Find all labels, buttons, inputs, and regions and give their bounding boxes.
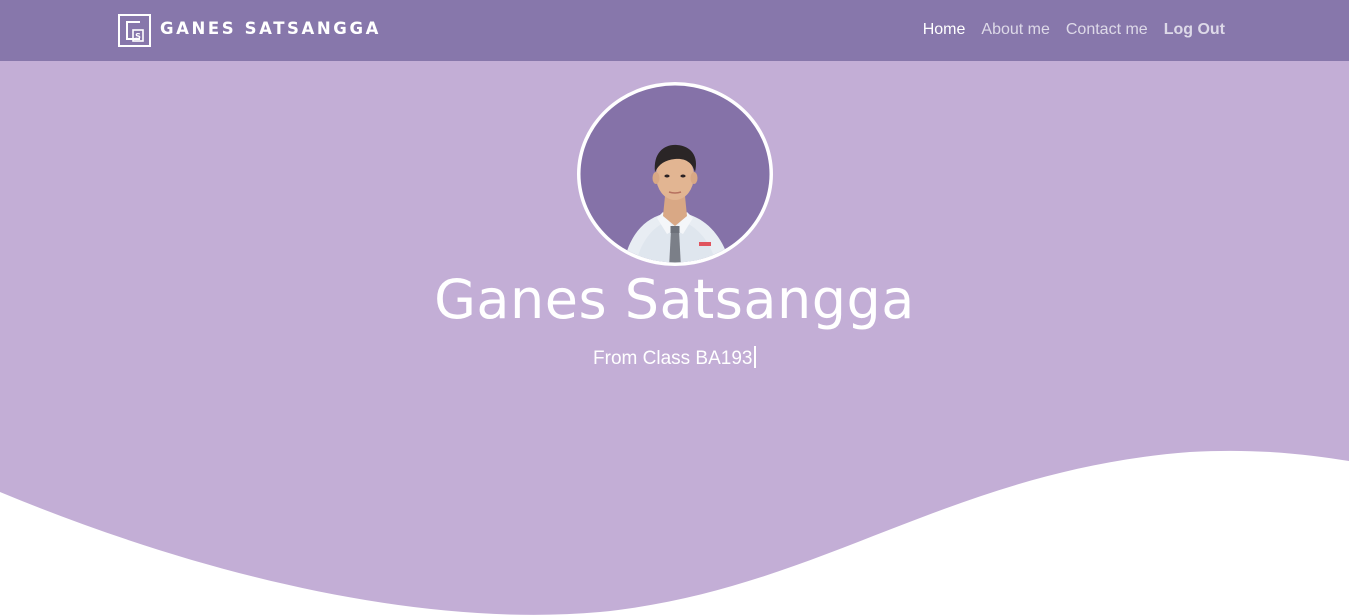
page: S GANES SATSANGGA Home About me Contact …	[0, 0, 1349, 615]
hero-name: Ganes Satsangga	[434, 268, 915, 331]
hero-subtitle: From Class BA193	[0, 346, 1349, 370]
typing-caret	[754, 346, 756, 368]
nav-contact-link[interactable]: Contact me	[1066, 21, 1148, 39]
hero-subtitle-text: From Class BA193	[593, 348, 753, 369]
nav-links: Home About me Contact me Log Out	[907, 21, 1225, 39]
navbar: S GANES SATSANGGA Home About me Contact …	[0, 0, 1349, 61]
profile-avatar	[577, 82, 773, 266]
brand-logo-icon: S	[118, 14, 151, 47]
brand-link[interactable]: S GANES SATSANGGA	[118, 14, 381, 47]
svg-text:S: S	[135, 32, 141, 41]
nav-about-link[interactable]: About me	[981, 21, 1049, 39]
brand-name: GANES SATSANGGA	[160, 18, 381, 38]
nav-home-link[interactable]: Home	[923, 21, 966, 39]
nav-logout-link[interactable]: Log Out	[1164, 21, 1225, 39]
